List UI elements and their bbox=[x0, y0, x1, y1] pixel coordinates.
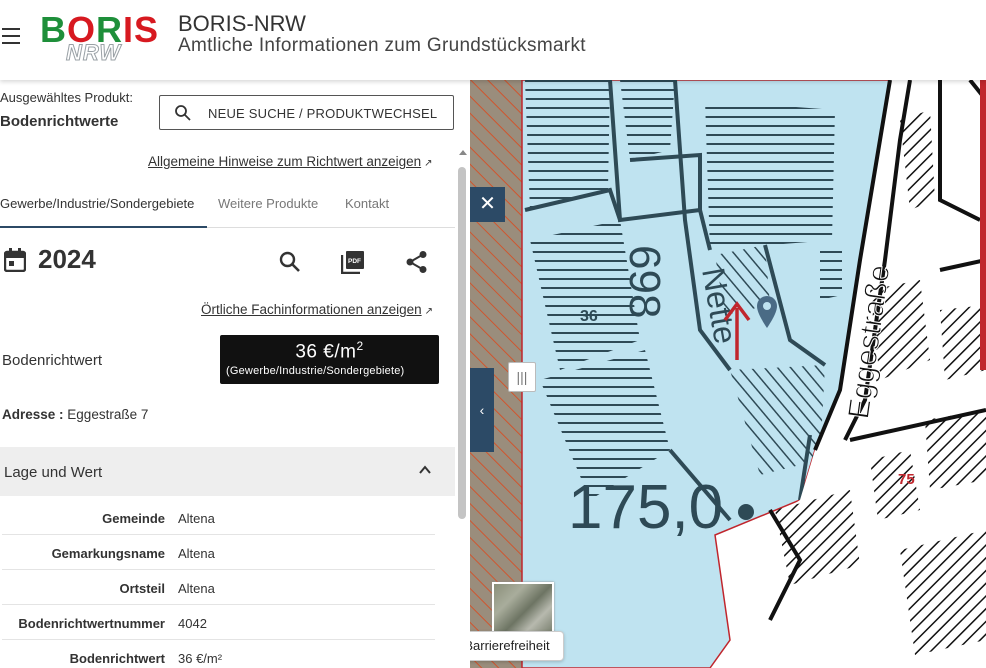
building-block bbox=[940, 305, 986, 380]
boris-logo[interactable]: BORIS NRW bbox=[40, 10, 162, 66]
search-icon bbox=[175, 105, 191, 121]
product-tabs: Gewerbe/Industrie/Sondergebiete Weitere … bbox=[0, 186, 455, 228]
parcel-number-label: 698 bbox=[620, 245, 669, 318]
building-block bbox=[705, 100, 835, 250]
external-link-icon: ↗ bbox=[424, 158, 433, 169]
general-hints-link[interactable]: Allgemeine Hinweise zum Richtwert anzeig… bbox=[148, 154, 433, 169]
collapse-sidebar-button[interactable]: ‹ bbox=[470, 368, 494, 452]
row-key: Gemarkungsname bbox=[51, 546, 165, 561]
building-block bbox=[820, 245, 842, 300]
logo-nrw: NRW bbox=[65, 40, 122, 66]
brw-value-badge: 36 €/m2 (Gewerbe/Industrie/Sondergebiete… bbox=[220, 335, 439, 384]
zoom-search-icon[interactable] bbox=[278, 250, 302, 274]
row-key: Bodenrichtwertnummer bbox=[18, 616, 165, 631]
pdf-icon[interactable]: PDF bbox=[341, 250, 365, 274]
basemap-switcher-thumbnail[interactable] bbox=[492, 582, 554, 634]
product-label: Ausgewähltes Produkt: bbox=[0, 90, 133, 105]
app-title: BORIS-NRW bbox=[178, 11, 306, 36]
brw-label: Bodenrichtwert bbox=[2, 352, 103, 369]
menu-icon[interactable] bbox=[2, 28, 22, 44]
address-value: Eggestraße 7 bbox=[67, 407, 149, 422]
scroll-up-arrow[interactable] bbox=[459, 150, 467, 155]
selected-year[interactable]: 2024 bbox=[38, 244, 96, 275]
brw-value-number: 36 €/m bbox=[295, 341, 357, 363]
sidebar-scrollbar[interactable] bbox=[456, 150, 468, 668]
share-icon[interactable] bbox=[405, 250, 429, 274]
building-block bbox=[925, 410, 986, 490]
section-title: Lage und Wert bbox=[4, 464, 103, 481]
details-table: Gemeinde Altena Gemarkungsname Altena Orts… bbox=[2, 500, 435, 668]
tab-gewerbe[interactable]: Gewerbe/Industrie/Sondergebiete bbox=[0, 196, 207, 228]
app-subtitle: Amtliche Informationen zum Grundstücksma… bbox=[178, 35, 586, 56]
general-hints-label: Allgemeine Hinweise zum Richtwert anzeig… bbox=[148, 154, 422, 169]
row-value: 4042 bbox=[178, 616, 207, 631]
house-number-label: 75 bbox=[898, 471, 915, 488]
local-info-link[interactable]: Örtliche Fachinformationen anzeigen ↗ bbox=[201, 302, 433, 317]
section-lage-und-wert[interactable]: Lage und Wert bbox=[0, 447, 455, 496]
row-value: Altena bbox=[178, 546, 215, 561]
row-value: Altena bbox=[178, 581, 215, 596]
address-line: Adresse : Eggestraße 7 bbox=[2, 407, 148, 422]
calendar-icon bbox=[4, 248, 26, 272]
table-row: Bodenrichtwertnummer 4042 bbox=[2, 605, 435, 640]
row-key: Bodenrichtwert bbox=[69, 651, 165, 666]
row-value: Altena bbox=[178, 511, 215, 526]
scroll-thumb[interactable] bbox=[458, 167, 466, 519]
address-label: Adresse : bbox=[2, 407, 64, 422]
table-row: Gemeinde Altena bbox=[2, 500, 435, 535]
tab-kontakt[interactable]: Kontakt bbox=[345, 196, 389, 228]
building-block bbox=[900, 530, 986, 655]
brw-usage-type: (Gewerbe/Industrie/Sondergebiete) bbox=[226, 365, 405, 377]
svg-text:PDF: PDF bbox=[348, 258, 361, 265]
table-row: Ortsteil Altena bbox=[2, 570, 435, 605]
close-panel-button[interactable]: ✕ bbox=[470, 187, 505, 222]
brw-unit-exponent: 2 bbox=[356, 339, 364, 353]
table-row: Gemarkungsname Altena bbox=[2, 535, 435, 570]
resize-handle[interactable]: ||| bbox=[508, 362, 536, 392]
tab-weitere-produkte[interactable]: Weitere Produkte bbox=[218, 196, 318, 228]
row-value: 36 €/m² bbox=[178, 651, 223, 666]
elevation-dot bbox=[738, 504, 754, 520]
map-canvas[interactable]: 36 698 Nette Eggestraße 175,0 75 bbox=[470, 80, 986, 668]
map-view[interactable]: 36 698 Nette Eggestraße 175,0 75 ✕ ‹ |||… bbox=[470, 80, 986, 668]
chevron-up-icon bbox=[419, 465, 431, 474]
new-search-button[interactable]: NEUE SUCHE / PRODUKTWECHSEL bbox=[159, 95, 454, 130]
zone-number-label: 36 bbox=[580, 308, 598, 325]
table-row: Bodenrichtwert 36 €/m² bbox=[2, 640, 435, 668]
sidebar: Ausgewähltes Produkt: Bodenrichtwerte NE… bbox=[0, 80, 470, 668]
new-search-label: NEUE SUCHE / PRODUKTWECHSEL bbox=[208, 106, 438, 121]
local-info-label: Örtliche Fachinformationen anzeigen bbox=[201, 302, 422, 317]
product-value: Bodenrichtwerte bbox=[0, 113, 119, 130]
year-toolbar: 2024 PDF bbox=[0, 240, 455, 284]
elevation-label: 175,0 bbox=[568, 473, 723, 542]
row-key: Gemeinde bbox=[102, 511, 165, 526]
boundary-line bbox=[980, 80, 986, 370]
external-link-icon: ↗ bbox=[424, 306, 434, 317]
building-block bbox=[525, 80, 610, 210]
row-key: Ortsteil bbox=[119, 581, 165, 596]
accessibility-tooltip: Barrierefreiheit bbox=[470, 631, 564, 661]
app-header: BORIS NRW BORIS-NRW Amtliche Information… bbox=[0, 0, 986, 80]
brw-value: 36 €/m2 bbox=[220, 339, 439, 363]
